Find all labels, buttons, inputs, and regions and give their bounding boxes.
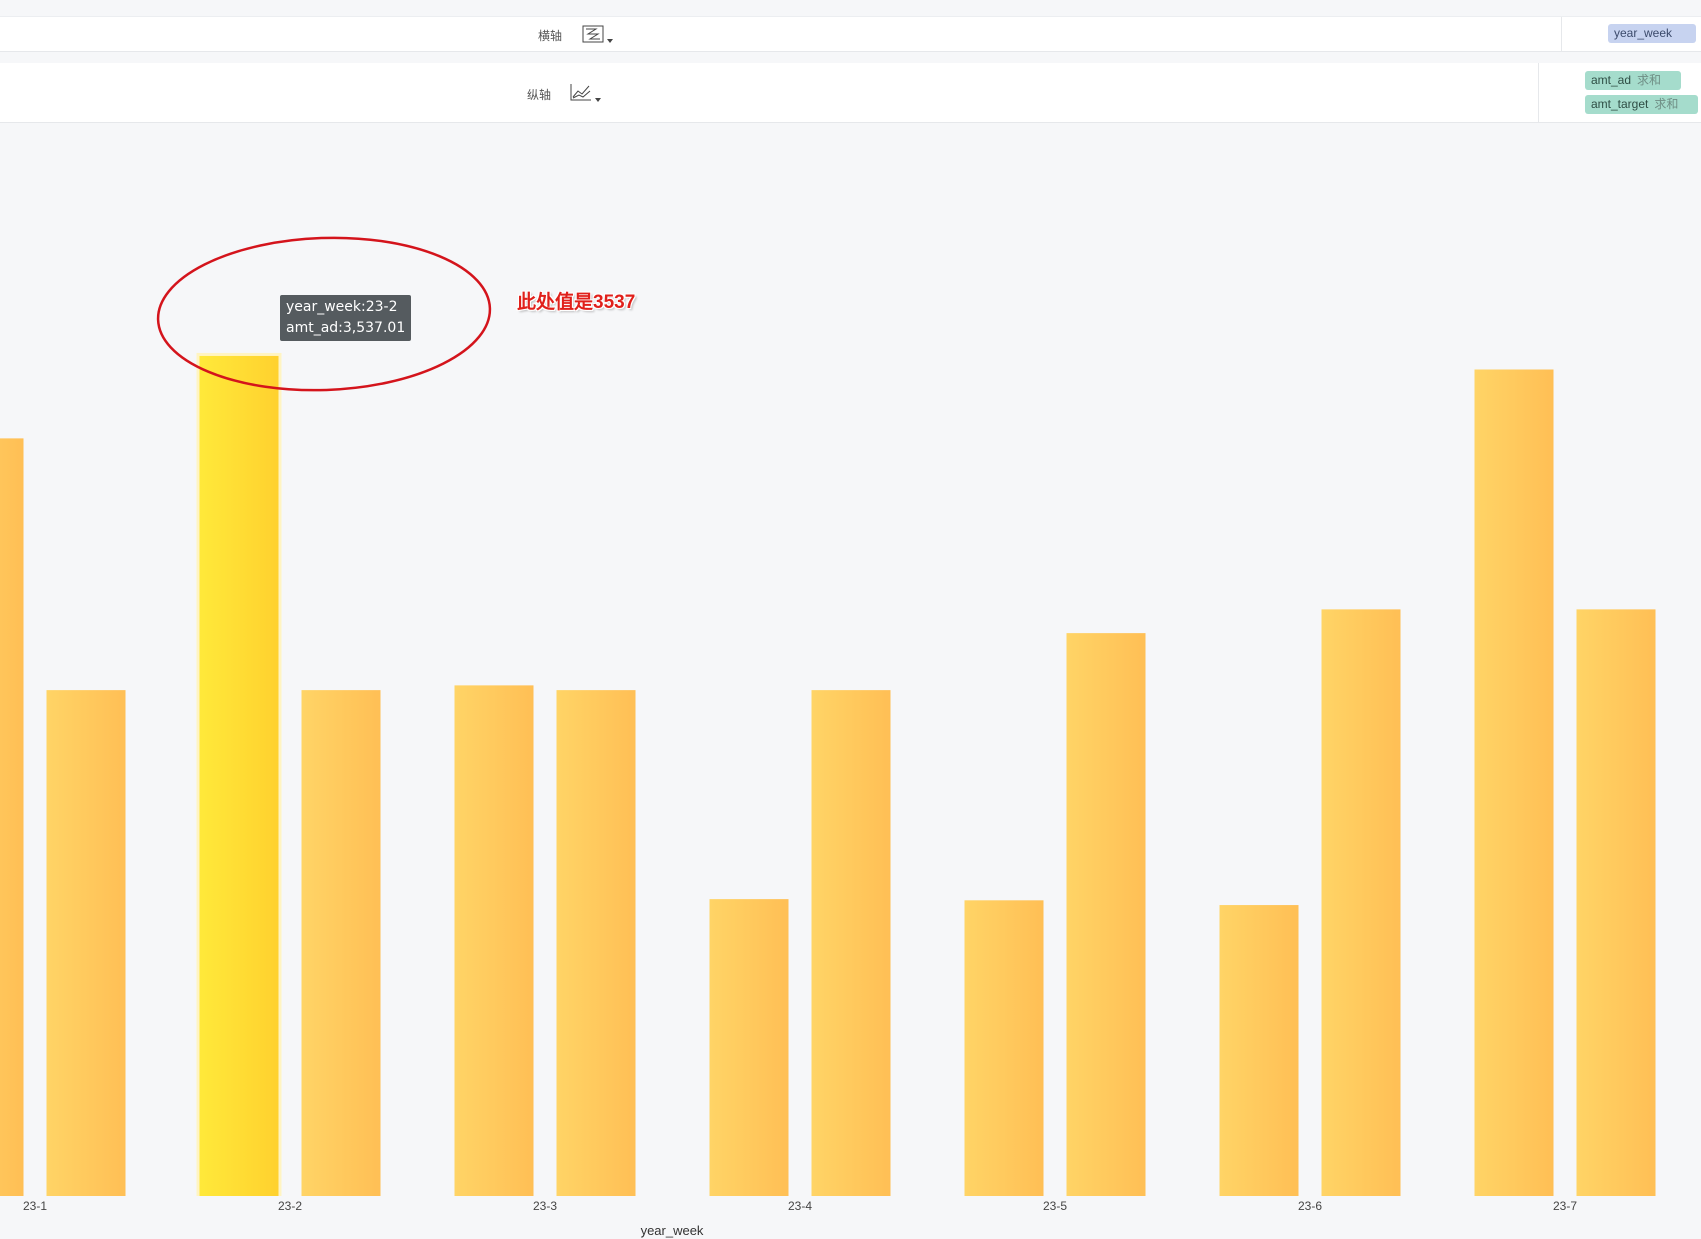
bar-amt_target-23-5[interactable]	[1066, 633, 1146, 1196]
bar-amt_ad-23-2[interactable]	[199, 355, 279, 1197]
tooltip-line-value: amt_ad:3,537.01	[286, 320, 406, 336]
x-tick-label: 23-2	[278, 1199, 302, 1213]
bar-amt_ad-23-3[interactable]	[454, 685, 534, 1196]
x-tick-label: 23-5	[1043, 1199, 1067, 1213]
bar-amt_ad-23-5[interactable]	[964, 900, 1044, 1196]
tooltip-line-category: year_week:23-2	[286, 299, 398, 315]
x-tick-label: 23-6	[1298, 1199, 1322, 1213]
bar-amt_ad-23-7[interactable]	[1474, 369, 1554, 1197]
bars-group	[0, 352, 1656, 1197]
bar-amt_target-23-6[interactable]	[1321, 609, 1401, 1196]
bar-amt_target-23-1[interactable]	[46, 690, 126, 1196]
x-tick-label: 23-4	[788, 1199, 812, 1213]
annotation-text: 此处值是3537	[517, 292, 636, 313]
bar-amt_target-23-4[interactable]	[811, 690, 891, 1196]
bar-amt_target-23-2[interactable]	[301, 690, 381, 1196]
x-tick-labels: 23-1 23-2 23-3 23-4 23-5 23-6 23-7	[23, 1199, 1577, 1213]
bar-chart: 23-1 23-2 23-3 23-4 23-5 23-6 23-7 year_week	[0, 236, 1656, 1238]
x-tick-label: 23-1	[23, 1199, 47, 1213]
bar-amt_target-23-7[interactable]	[1576, 609, 1656, 1196]
x-tick-label: 23-3	[533, 1199, 557, 1213]
bar-tooltip: year_week:23-2 amt_ad:3,537.01	[280, 295, 412, 341]
bar-amt_ad-23-6[interactable]	[1219, 905, 1299, 1196]
bar-amt_target-23-3[interactable]	[556, 690, 636, 1196]
x-axis-title: year_week	[641, 1223, 704, 1238]
bar-amt_ad-23-4[interactable]	[709, 899, 789, 1196]
bar-amt_ad-23-1[interactable]	[0, 438, 24, 1196]
x-tick-label: 23-7	[1553, 1199, 1577, 1213]
